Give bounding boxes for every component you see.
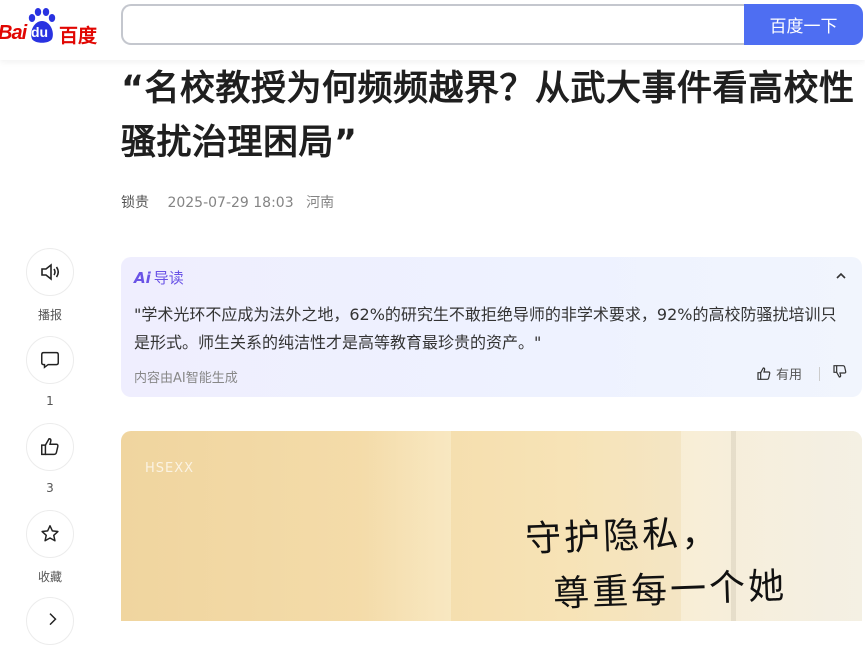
broadcast-button[interactable]: 播报 (24, 248, 76, 323)
ai-summary-card: Ai 导读 "学术光环不应成为法外之地，62%的研究生不敢拒绝导师的非学术要求，… (121, 257, 862, 397)
share-icon (26, 597, 74, 645)
broadcast-label: 播报 (37, 308, 62, 322)
useful-button[interactable]: 有用 (756, 364, 802, 383)
like-count: 3 (46, 481, 54, 495)
favorite-button[interactable]: 收藏 (24, 510, 76, 585)
publish-location: 河南 (306, 195, 335, 211)
image-watermark: HSEXX (145, 461, 195, 476)
article-title: “名校教授为何频频越界？从武大事件看高校性骚扰治理困局” (121, 69, 855, 163)
search-button[interactable]: 百度一下 (744, 4, 863, 45)
header: Bai du 百度 百度一下 (0, 0, 865, 60)
image-light-panel (361, 431, 451, 621)
thumbs-up-small-icon (757, 366, 771, 380)
logo-text-cn: 百度 (59, 25, 98, 47)
image-handwritten-line1: 守护隐私， (524, 512, 721, 561)
article-meta: 锁贵 2025-07-29 18:03 河南 (121, 192, 334, 212)
ai-summary-text: "学术光环不应成为法外之地，62%的研究生不敢拒绝导师的非学术要求，92%的高校… (134, 305, 837, 352)
like-button[interactable]: 3 (24, 423, 76, 495)
divider (819, 367, 820, 381)
thumbs-up-icon (26, 423, 74, 471)
share-button[interactable] (24, 597, 76, 645)
star-icon (26, 510, 74, 558)
ai-summary-header: Ai 导读 (134, 267, 184, 288)
logo-text-bai: Bai (0, 22, 27, 44)
ai-generated-note: 内容由AI智能生成 (134, 371, 238, 386)
publish-time: 2025-07-29 18:03 (167, 195, 294, 211)
useful-label: 有用 (775, 368, 802, 383)
search-input[interactable] (121, 4, 745, 45)
comment-button[interactable]: 1 (24, 336, 76, 408)
article-image: HSEXX 守护隐私， 尊重每一个她 (121, 431, 862, 621)
collapse-chevron-icon[interactable] (834, 269, 848, 287)
ai-logo: Ai (134, 268, 151, 287)
baidu-logo[interactable]: Bai du 百度 (0, 6, 108, 50)
comment-count: 1 (46, 394, 54, 408)
author-name[interactable]: 锁贵 (121, 195, 149, 211)
speaker-icon (26, 248, 74, 296)
logo-text-du: du (31, 24, 49, 40)
image-handwritten-line2: 尊重每一个她 (552, 565, 788, 616)
comment-icon (26, 336, 74, 384)
ai-summary-title: 导读 (153, 269, 184, 287)
thumbs-down-icon[interactable] (832, 363, 848, 383)
favorite-label: 收藏 (37, 570, 62, 584)
